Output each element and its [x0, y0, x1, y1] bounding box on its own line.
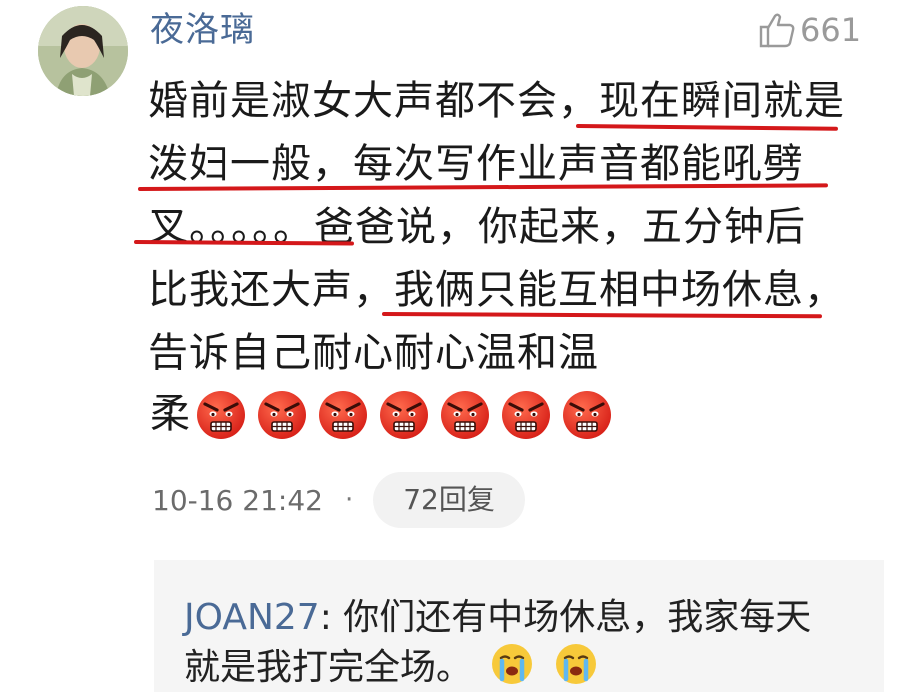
reply-count-button[interactable]: 72回复: [373, 472, 525, 528]
angry-face-icon: [194, 387, 255, 441]
avatar[interactable]: [38, 6, 128, 96]
reply-text: 就是我打完全场。: [184, 647, 473, 688]
like-count: 661: [800, 11, 862, 49]
angry-face-icon: [438, 387, 499, 441]
angry-face-icon: [255, 387, 316, 441]
comment-line: 婚前是淑女大声都不会，现在瞬间就是: [148, 78, 845, 124]
comment-card: 夜洛璃 661 婚前是淑女大声都不会，现在瞬间就是 泼妇一般，每次写作业声音都能…: [0, 0, 900, 692]
crying-emoji-group: [472, 644, 599, 688]
reply-line: JOAN27: 你们还有中场休息，我家每天: [184, 590, 811, 646]
reply-author[interactable]: JOAN27: [184, 597, 320, 638]
emoji-row: 柔: [150, 383, 621, 445]
comment-line: 叉。。。。。爸爸说，你起来，五分钟后: [148, 204, 806, 250]
angry-face-icon: [560, 387, 621, 441]
reply-text: : 你们还有中场休息，我家每天: [319, 597, 812, 638]
username[interactable]: 夜洛璃: [150, 6, 255, 54]
like-button[interactable]: 661: [758, 8, 861, 52]
comment-line: 告诉自己耐心耐心温和温: [148, 330, 599, 376]
separator: ·: [344, 485, 354, 515]
comment-meta: 10-16 21:42 · 72回复: [152, 472, 525, 528]
thumbs-up-icon: [759, 13, 795, 48]
timestamp: 10-16 21:42: [152, 483, 323, 517]
angry-face-icon: [316, 387, 377, 441]
crying-face-icon: [472, 644, 535, 688]
comment-line: 柔: [150, 391, 190, 437]
angry-face-icon: [499, 387, 560, 441]
angry-face-icon: [377, 387, 438, 441]
reply-preview[interactable]: JOAN27: 你们还有中场休息，我家每天 就是我打完全场。: [154, 560, 884, 692]
angry-emoji-group: [194, 387, 621, 441]
crying-face-icon: [535, 644, 598, 688]
reply-line: 就是我打完全场。: [184, 640, 599, 692]
